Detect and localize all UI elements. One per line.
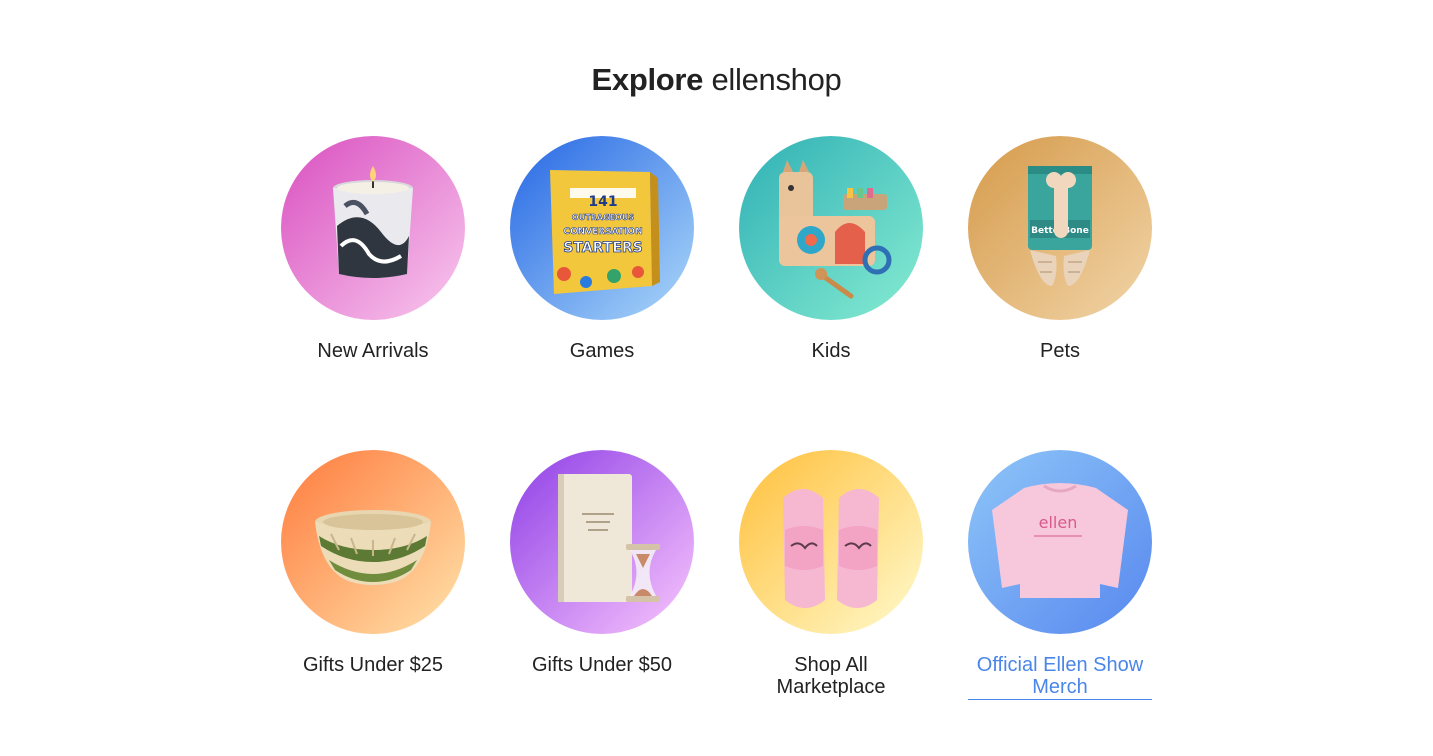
page-title: Explore ellenshop (0, 58, 1433, 102)
category-label: Gifts Under $25 (302, 654, 444, 676)
woven-basket-icon (281, 450, 465, 634)
category-label: Gifts Under $50 (531, 654, 673, 676)
category-kids[interactable]: Kids (739, 136, 923, 362)
wooden-llama-toy-icon (739, 136, 923, 320)
category-official-ellen-show-merch[interactable]: ellen Official Ellen Show Merch (968, 450, 1152, 700)
candle-icon (281, 136, 465, 320)
category-label: Games (569, 340, 635, 362)
game-word-1: OUTRAGEOUS (572, 213, 634, 222)
category-new-arrivals[interactable]: New Arrivals (281, 136, 465, 362)
journal-hourglass-icon (510, 450, 694, 634)
category-gifts-under-25[interactable]: Gifts Under $25 (281, 450, 465, 700)
category-grid: New Arrivals 141 OUTRAGEOUS CONVERSATION… (281, 136, 1152, 700)
card-game-box-icon: 141 OUTRAGEOUS CONVERSATION STARTERS (510, 136, 694, 320)
category-label: New Arrivals (317, 340, 429, 362)
ellen-sweatshirt-icon: ellen (968, 450, 1152, 634)
slippers-icon (739, 450, 923, 634)
page-title-bold: Explore (591, 62, 704, 97)
game-word-2: CONVERSATION (563, 227, 642, 237)
explore-page: Explore ellenshop New Arrivals 141 OUTRA… (0, 0, 1433, 756)
game-number: 141 (588, 194, 617, 210)
category-pets[interactable]: BetterBone Pets (968, 136, 1152, 362)
category-label: Kids (811, 340, 851, 362)
game-word-3: STARTERS (563, 240, 643, 256)
category-shop-all-marketplace[interactable]: Shop All Marketplace (739, 450, 923, 700)
category-label: Shop All Marketplace (776, 654, 886, 698)
category-label-link[interactable]: Official Ellen Show Merch (968, 654, 1152, 700)
category-games[interactable]: 141 OUTRAGEOUS CONVERSATION STARTERS Gam… (510, 136, 694, 362)
category-gifts-under-50[interactable]: Gifts Under $50 (510, 450, 694, 700)
dog-chew-toy-icon: BetterBone (968, 136, 1152, 320)
page-title-brand: ellenshop (711, 62, 842, 97)
category-label: Pets (1039, 340, 1081, 362)
sweatshirt-logo: ellen (1039, 513, 1078, 532)
